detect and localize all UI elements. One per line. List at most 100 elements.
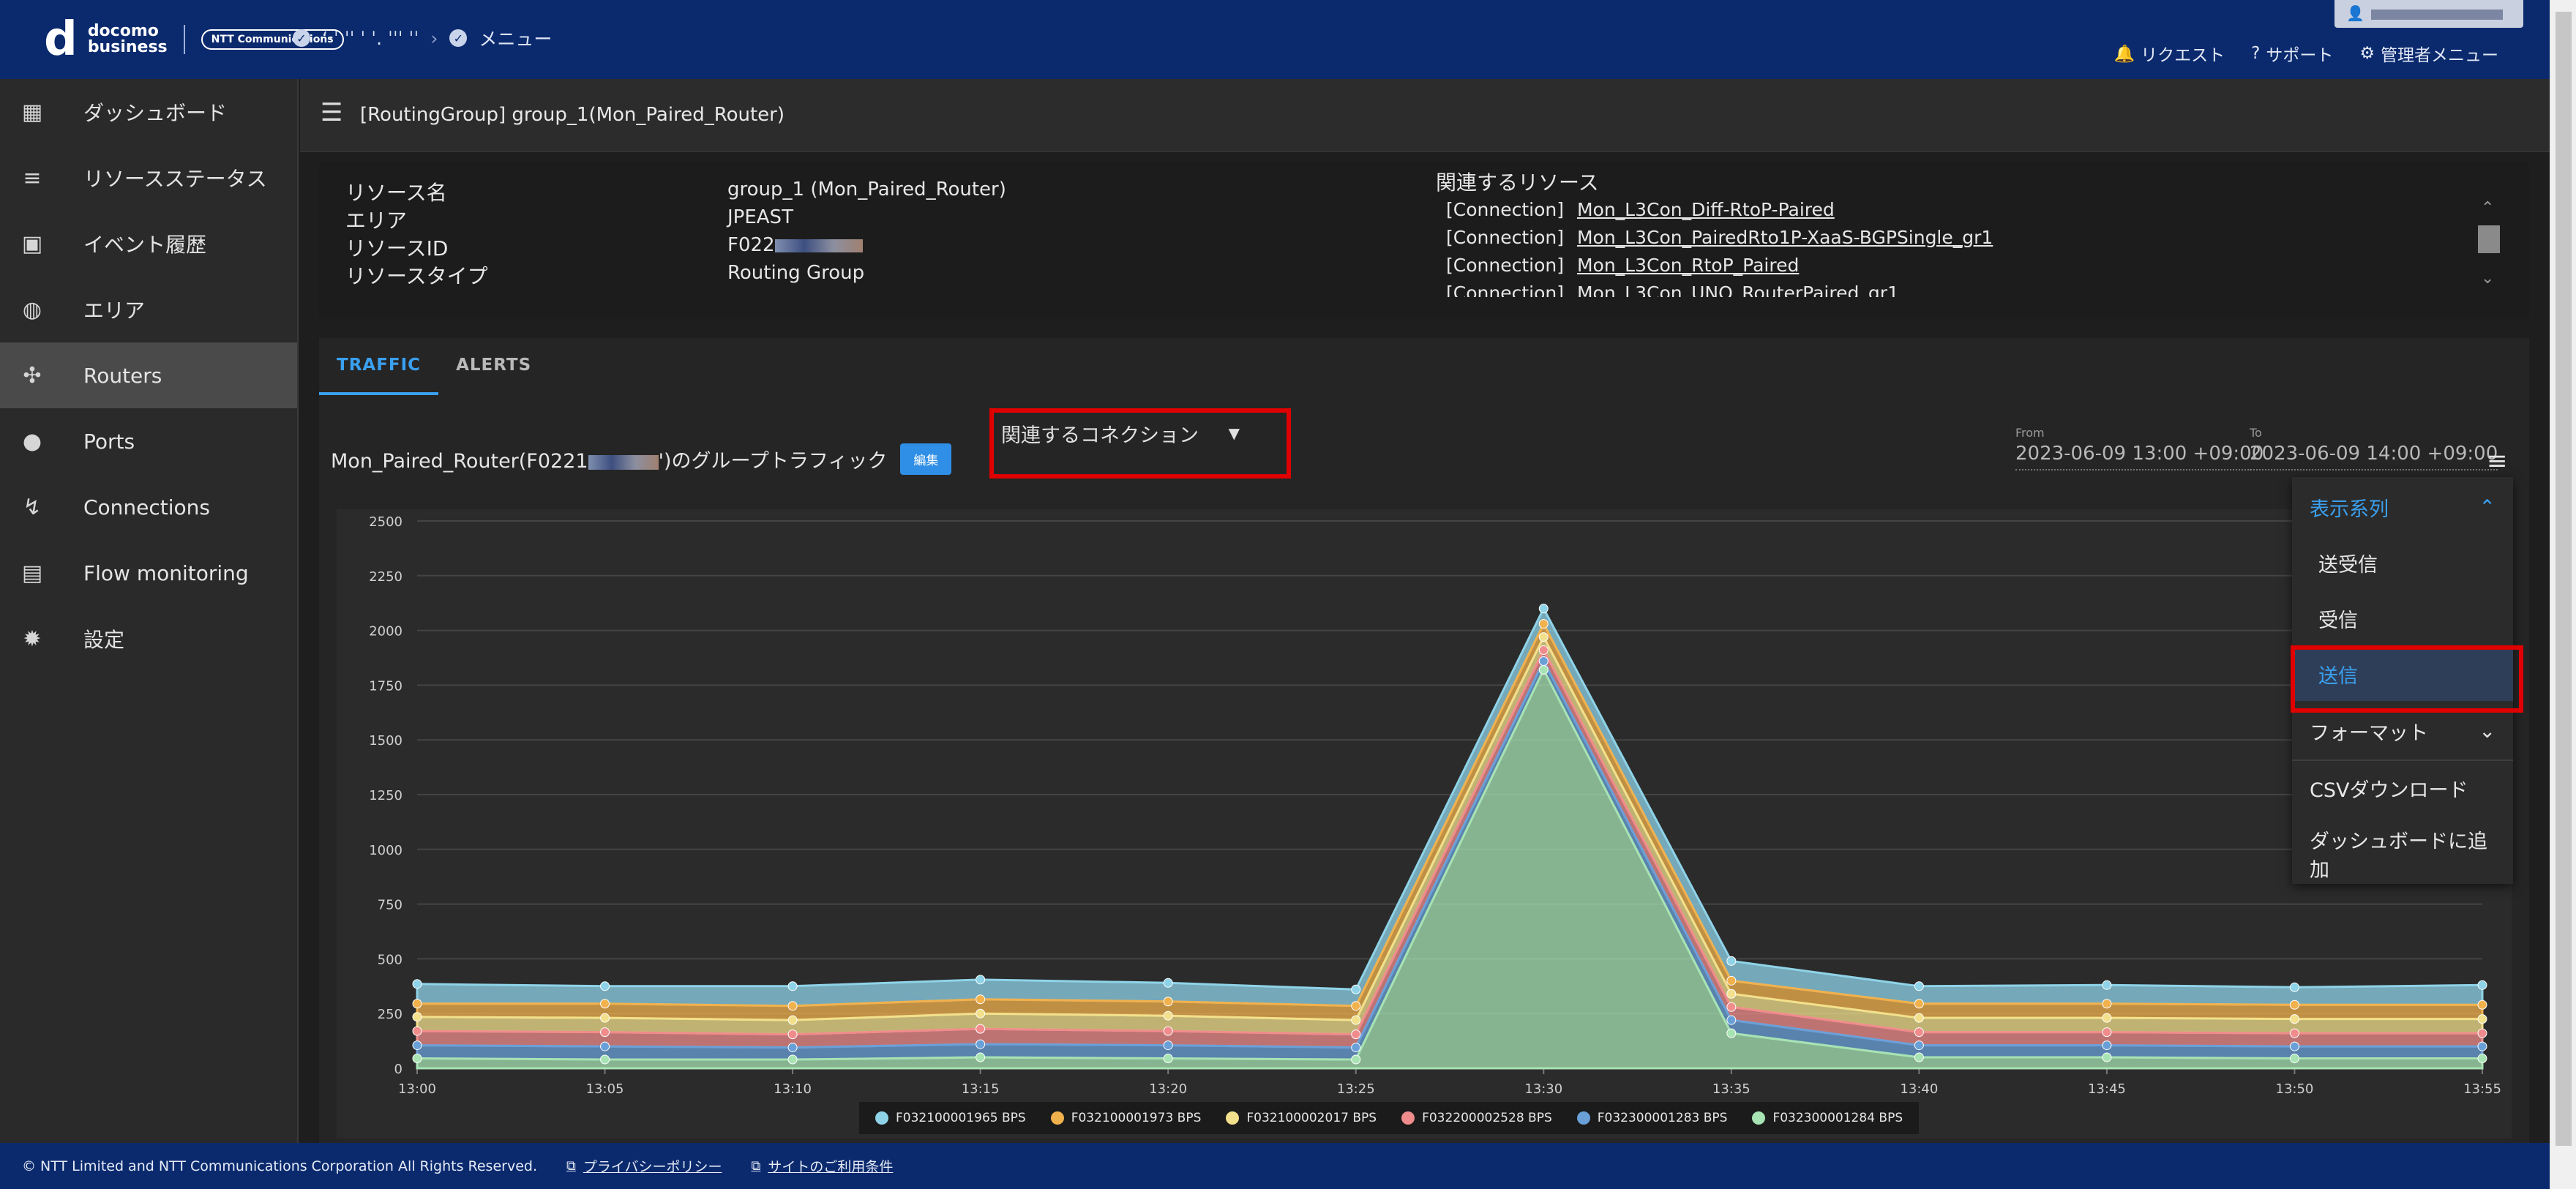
data-point[interactable]	[2102, 1052, 2112, 1062]
data-point[interactable]	[1538, 604, 1549, 614]
data-point[interactable]	[1914, 1040, 1924, 1051]
data-point[interactable]	[600, 1013, 610, 1023]
chevron-up-icon[interactable]: ⌃	[2481, 199, 2494, 217]
legend-item[interactable]: F032100002017 BPS	[1226, 1111, 1377, 1125]
data-point[interactable]	[600, 1027, 610, 1038]
data-point[interactable]	[412, 1054, 422, 1064]
sidebar-item-resource-status[interactable]: ≡ リソースステータス	[0, 145, 297, 211]
menu-display-series[interactable]: 表示系列 ⌃	[2292, 480, 2513, 534]
menu-item-csv-download[interactable]: CSVダウンロード	[2292, 761, 2513, 815]
data-point[interactable]	[976, 1039, 986, 1049]
user-account-box[interactable]: 👤	[2334, 0, 2523, 28]
to-date-field[interactable]: To 2023-06-09 14:00 +09:00	[2250, 426, 2498, 470]
data-point[interactable]	[1538, 632, 1549, 642]
breadcrumb-menu[interactable]: メニュー	[479, 25, 552, 51]
tab-traffic[interactable]: TRAFFIC	[319, 338, 439, 395]
related-resource-link[interactable]: Mon_L3Con_Diff-RtoP-Paired	[1577, 199, 1835, 220]
data-point[interactable]	[976, 1008, 986, 1019]
data-point[interactable]	[2289, 1014, 2299, 1024]
sidebar-item-area[interactable]: ◍ エリア	[0, 277, 297, 342]
data-point[interactable]	[2477, 1041, 2487, 1051]
data-point[interactable]	[1538, 645, 1549, 656]
data-point[interactable]	[412, 1012, 422, 1022]
data-point[interactable]	[2289, 1041, 2299, 1051]
data-point[interactable]	[600, 1054, 610, 1065]
data-point[interactable]	[600, 999, 610, 1009]
data-point[interactable]	[2102, 1027, 2112, 1038]
data-point[interactable]	[1351, 1054, 1361, 1065]
data-point[interactable]	[412, 979, 422, 989]
data-point[interactable]	[2477, 1054, 2487, 1064]
data-point[interactable]	[1163, 1054, 1173, 1064]
data-point[interactable]	[600, 1041, 610, 1051]
data-point[interactable]	[2477, 999, 2487, 1010]
data-point[interactable]	[1163, 978, 1173, 988]
sidebar-item-dashboard[interactable]: ▦ ダッシュボード	[0, 79, 297, 145]
terms-link[interactable]: ⧉ サイトのご利用条件	[751, 1156, 893, 1176]
related-resource-link[interactable]: Mon_L3Con_PairedRto1P-XaaS-BGPSingle_gr1	[1577, 227, 1993, 248]
legend-item[interactable]: F032300001283 BPS	[1576, 1111, 1727, 1125]
data-point[interactable]	[1351, 1001, 1361, 1011]
legend-item[interactable]: F032100001973 BPS	[1050, 1111, 1201, 1125]
data-point[interactable]	[1163, 1010, 1173, 1021]
menu-item-send-receive[interactable]: 送受信	[2292, 536, 2513, 590]
data-point[interactable]	[1914, 1052, 1924, 1062]
sidebar-item-routers[interactable]: ✣ Routers	[0, 342, 297, 408]
data-point[interactable]	[2102, 999, 2112, 1009]
data-point[interactable]	[787, 1001, 798, 1011]
data-point[interactable]	[2289, 999, 2299, 1010]
sidebar-item-ports[interactable]: ● Ports	[0, 408, 297, 474]
data-point[interactable]	[1914, 1027, 1924, 1038]
data-point[interactable]	[1163, 1026, 1173, 1036]
edit-button[interactable]: 編集	[900, 443, 952, 475]
data-point[interactable]	[1726, 1002, 1737, 1012]
sidebar-item-flow-monitoring[interactable]: ▤ Flow monitoring	[0, 540, 297, 606]
data-point[interactable]	[1914, 999, 1924, 1009]
related-resource-link[interactable]: Mon_L3Con_RtoP_Paired	[1577, 255, 1799, 276]
legend-item[interactable]: F032200002528 BPS	[1401, 1111, 1552, 1125]
menu-item-add-dashboard[interactable]: ダッシュボードに追加	[2292, 827, 2513, 882]
legend-item[interactable]: F032100001965 BPS	[875, 1111, 1026, 1125]
sidebar-item-event-history[interactable]: ▣ イベント履歴	[0, 211, 297, 277]
data-point[interactable]	[1351, 1043, 1361, 1053]
data-point[interactable]	[1914, 981, 1924, 991]
legend-item[interactable]: F032300001284 BPS	[1752, 1111, 1903, 1125]
chevron-down-icon[interactable]: ⌄	[2481, 269, 2494, 288]
sidebar-item-connections[interactable]: ↯ Connections	[0, 474, 297, 540]
data-point[interactable]	[2102, 980, 2112, 990]
data-point[interactable]	[2289, 982, 2299, 992]
scrollbar-thumb[interactable]	[2478, 225, 2500, 253]
data-point[interactable]	[787, 1029, 798, 1040]
support-link[interactable]: ? サポート	[2251, 41, 2333, 66]
data-point[interactable]	[1726, 1028, 1737, 1038]
data-point[interactable]	[1726, 989, 1737, 999]
data-point[interactable]	[2477, 1014, 2487, 1024]
data-point[interactable]	[2477, 980, 2487, 990]
breadcrumb-home[interactable]: ʻ·ˈ ˈˈ ˈ ˈ. ˈˈˈ ˈˈ	[322, 28, 419, 49]
data-point[interactable]	[1351, 1029, 1361, 1040]
data-point[interactable]	[1726, 1015, 1737, 1025]
data-point[interactable]	[976, 994, 986, 1005]
data-point[interactable]	[2102, 1013, 2112, 1023]
related-resource-link[interactable]: Mon_L3Con_UNO_RouterPaired_gr1	[1577, 282, 1899, 297]
data-point[interactable]	[1726, 975, 1737, 986]
data-point[interactable]	[2102, 1040, 2112, 1051]
request-link[interactable]: 🔔 リクエスト	[2114, 41, 2225, 66]
data-point[interactable]	[412, 999, 422, 1009]
data-point[interactable]	[2289, 1028, 2299, 1038]
data-point[interactable]	[976, 1024, 986, 1034]
page-scrollbar[interactable]	[2550, 0, 2576, 1189]
data-point[interactable]	[787, 1015, 798, 1025]
admin-menu-link[interactable]: ⚙ 管理者メニュー	[2359, 41, 2498, 66]
data-point[interactable]	[1538, 664, 1549, 675]
tab-alerts[interactable]: ALERTS	[438, 338, 549, 395]
hamburger-menu-icon[interactable]: ☰	[321, 98, 342, 127]
data-point[interactable]	[1163, 1040, 1173, 1051]
data-point[interactable]	[787, 1054, 798, 1065]
menu-item-receive[interactable]: 受信	[2292, 591, 2513, 645]
data-point[interactable]	[1351, 1015, 1361, 1025]
data-point[interactable]	[976, 1052, 986, 1062]
data-point[interactable]	[1538, 619, 1549, 629]
data-point[interactable]	[600, 981, 610, 991]
page-scrollbar-thumb[interactable]	[2556, 12, 2572, 1146]
